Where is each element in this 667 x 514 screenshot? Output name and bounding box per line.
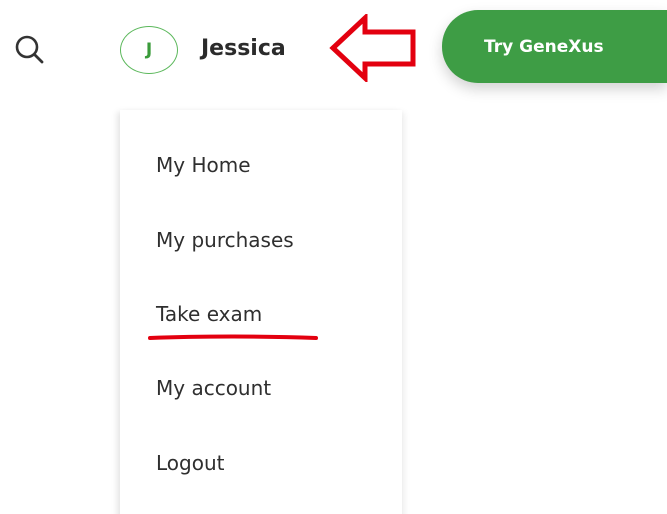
annotation-underline bbox=[148, 334, 318, 340]
menu-item-logout[interactable]: Logout bbox=[156, 448, 224, 478]
avatar[interactable]: J bbox=[120, 26, 178, 74]
try-genexus-label: Try GeneXus bbox=[484, 36, 604, 57]
page: J Jessica Try GeneXus My Home My purchas… bbox=[0, 0, 667, 514]
menu-item-my-home[interactable]: My Home bbox=[156, 150, 251, 180]
menu-item-take-exam[interactable]: Take exam bbox=[156, 299, 262, 329]
user-dropdown-menu: My Home My purchases Take exam My accoun… bbox=[120, 110, 402, 514]
avatar-initial: J bbox=[145, 40, 153, 60]
menu-item-my-purchases[interactable]: My purchases bbox=[156, 225, 294, 255]
annotation-arrow-icon bbox=[329, 14, 416, 82]
try-genexus-button[interactable]: Try GeneXus bbox=[442, 10, 667, 83]
user-name[interactable]: Jessica bbox=[201, 32, 286, 66]
search-icon[interactable] bbox=[8, 28, 52, 72]
menu-item-my-account[interactable]: My account bbox=[156, 373, 271, 403]
